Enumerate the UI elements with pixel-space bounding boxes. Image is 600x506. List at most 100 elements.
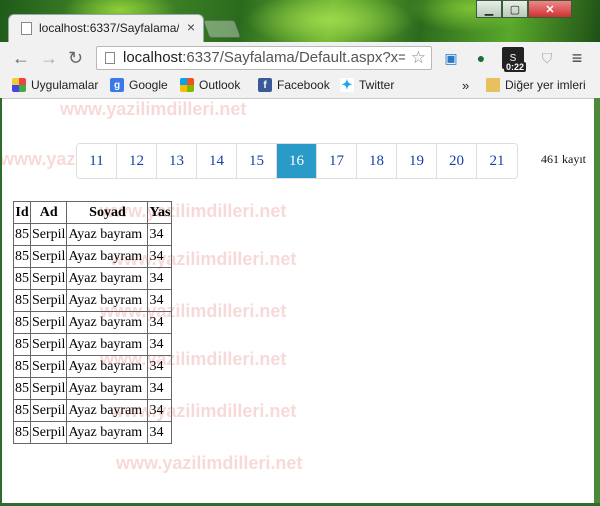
cell-id: 85	[13, 245, 31, 268]
cell-soyad: Ayaz bayram	[66, 421, 149, 444]
column-header-id: Id	[13, 201, 31, 224]
window-frame-left	[0, 98, 2, 506]
page-link-17[interactable]: 17	[317, 144, 357, 178]
address-bar[interactable]: localhost:6337/Sayfalama/Default.aspx?x=…	[96, 46, 432, 70]
table-row: 85 Serpil Ayaz bayram 34	[13, 333, 173, 356]
cell-yas: 34	[147, 355, 173, 378]
cell-ad: Serpil	[29, 399, 68, 422]
cell-id: 85	[13, 421, 31, 444]
column-header-yas: Yas	[147, 201, 173, 224]
page-icon	[105, 52, 115, 64]
column-header-ad: Ad	[29, 201, 68, 224]
bookmark-label: Facebook	[277, 78, 330, 92]
table-row: 85 Serpil Ayaz bayram 34	[13, 311, 173, 334]
cell-soyad: Ayaz bayram	[66, 333, 149, 356]
table-row: 85 Serpil Ayaz bayram 34	[13, 267, 173, 290]
cell-id: 85	[13, 289, 31, 312]
bookmarks-overflow-icon[interactable]: »	[462, 78, 469, 93]
page-link-11[interactable]: 11	[77, 144, 117, 178]
reload-icon[interactable]: ↻	[68, 48, 83, 69]
cell-id: 85	[13, 223, 31, 246]
tab-title: localhost:6337/Sayfalama/	[39, 21, 179, 35]
cell-soyad: Ayaz bayram	[66, 355, 149, 378]
page-icon	[21, 22, 32, 35]
cell-soyad: Ayaz bayram	[66, 311, 149, 334]
bookmark-apps[interactable]: Uygulamalar	[12, 78, 98, 92]
page-link-19[interactable]: 19	[397, 144, 437, 178]
cell-ad: Serpil	[29, 421, 68, 444]
browser-tab[interactable]: localhost:6337/Sayfalama/ ×	[8, 14, 204, 42]
cell-id: 85	[13, 333, 31, 356]
column-header-soyad: Soyad	[66, 201, 149, 224]
bookmark-label: Outlook	[199, 78, 241, 92]
table-row: 85 Serpil Ayaz bayram 34	[13, 355, 173, 378]
timer-badge: 0:22	[504, 62, 527, 72]
cell-yas: 34	[147, 289, 173, 312]
page-link-15[interactable]: 15	[237, 144, 277, 178]
record-count: 461 kayıt	[541, 152, 586, 166]
globe-extension-icon[interactable]: ●	[470, 47, 492, 69]
bookmark-twitter[interactable]: ✦ Twitter	[340, 77, 395, 92]
page-link-21[interactable]: 21	[477, 144, 517, 178]
cell-id: 85	[13, 355, 31, 378]
window-controls: ▁ ▢ ✕	[476, 0, 572, 20]
page-link-14[interactable]: 14	[197, 144, 237, 178]
cell-soyad: Ayaz bayram	[66, 289, 149, 312]
cell-id: 85	[13, 311, 31, 334]
pagination: 11 12 13 14 15 16 17 18 19 20 21	[76, 143, 518, 179]
menu-icon[interactable]: ≡	[566, 47, 588, 69]
bookmark-facebook[interactable]: f Facebook	[258, 78, 330, 92]
cell-yas: 34	[147, 267, 173, 290]
twitter-icon: ✦	[340, 77, 354, 92]
cell-id: 85	[13, 377, 31, 400]
page-link-18[interactable]: 18	[357, 144, 397, 178]
cell-ad: Serpil	[29, 333, 68, 356]
bookmark-label: Uygulamalar	[31, 78, 99, 92]
cell-yas: 34	[147, 311, 173, 334]
browser-window: localhost:6337/Sayfalama/ × ▁ ▢ ✕ ← → ↻ …	[0, 0, 600, 506]
cell-ad: Serpil	[29, 377, 68, 400]
page-content: www.yazilimdilleri.net www.yazilimdiller…	[2, 99, 594, 503]
bookmark-label: Twitter	[359, 78, 395, 92]
page-link-16-active[interactable]: 16	[277, 144, 317, 178]
bookmark-label: Google	[129, 78, 168, 92]
bookmark-star-icon[interactable]: ☆	[411, 48, 426, 68]
cell-yas: 34	[147, 333, 173, 356]
facebook-icon: f	[258, 78, 272, 92]
table-row: 85 Serpil Ayaz bayram 34	[13, 245, 173, 268]
cell-id: 85	[13, 399, 31, 422]
bookmark-label: Diğer yer imleri	[505, 78, 586, 92]
cell-soyad: Ayaz bayram	[66, 399, 149, 422]
watermark: www.yazilimdilleri.net	[116, 453, 303, 473]
cell-yas: 34	[147, 421, 173, 444]
cell-soyad: Ayaz bayram	[66, 377, 149, 400]
tab-close-icon[interactable]: ×	[187, 19, 195, 35]
cell-yas: 34	[147, 223, 173, 246]
forward-arrow-icon[interactable]: →	[40, 48, 58, 69]
bookmark-other[interactable]: Diğer yer imleri	[486, 78, 586, 92]
cell-id: 85	[13, 267, 31, 290]
back-arrow-icon[interactable]: ←	[12, 48, 30, 69]
cell-yas: 34	[147, 377, 173, 400]
bookmark-google[interactable]: g Google	[110, 78, 168, 92]
browser-toolbar: ← → ↻ localhost:6337/Sayfalama/Default.a…	[0, 42, 600, 74]
google-icon: g	[110, 78, 124, 92]
cell-ad: Serpil	[29, 223, 68, 246]
minimize-button[interactable]: ▁	[476, 0, 502, 18]
page-link-12[interactable]: 12	[117, 144, 157, 178]
cell-soyad: Ayaz bayram	[66, 223, 149, 246]
cast-extension-icon[interactable]: ▣	[440, 47, 462, 69]
shield-extension-icon[interactable]: ⛉	[536, 47, 558, 69]
cell-ad: Serpil	[29, 245, 68, 268]
page-link-20[interactable]: 20	[437, 144, 477, 178]
table-header-row: Id Ad Soyad Yas	[13, 201, 173, 224]
page-link-13[interactable]: 13	[157, 144, 197, 178]
bookmark-outlook[interactable]: Outlook	[180, 78, 240, 92]
bookmarks-bar: Uygulamalar g Google Outlook f Facebook …	[0, 74, 600, 99]
window-frame-right	[594, 98, 600, 506]
cell-ad: Serpil	[29, 355, 68, 378]
close-window-button[interactable]: ✕	[528, 0, 572, 18]
maximize-button[interactable]: ▢	[502, 0, 528, 18]
data-table: Id Ad Soyad Yas 85 Serpil Ayaz bayram 34 85…	[13, 201, 173, 444]
new-tab-button[interactable]	[202, 20, 242, 38]
